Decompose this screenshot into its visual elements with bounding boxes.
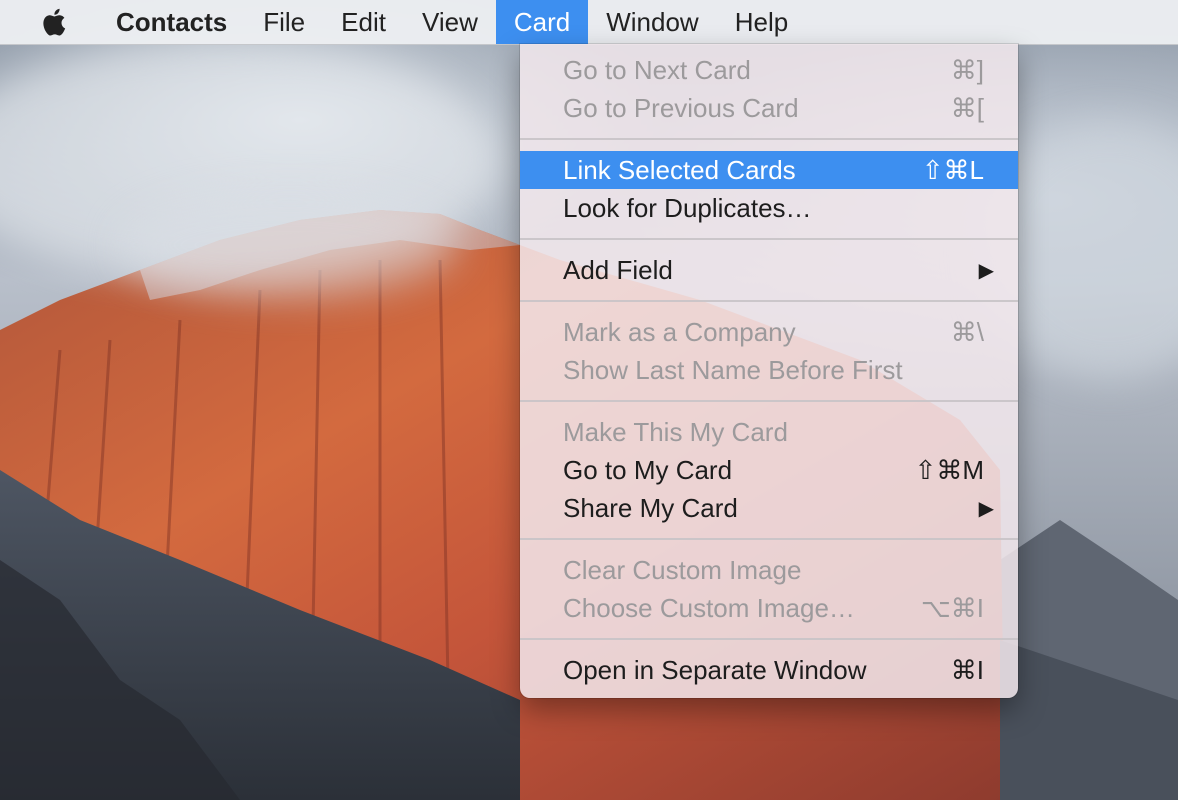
menu-item-label: Go to My Card [563, 454, 733, 485]
menu-edit[interactable]: Edit [323, 0, 404, 44]
apple-icon [43, 8, 66, 36]
menu-item-label: Go to Next Card [563, 54, 751, 85]
menu-item-open-in-separate-window[interactable]: Open in Separate Window ⌘I [520, 651, 1018, 689]
apple-menu[interactable] [0, 0, 96, 44]
menu-item-choose-custom-image[interactable]: Choose Custom Image… ⌥⌘I [520, 589, 1018, 627]
menu-item-mark-as-company[interactable]: Mark as a Company ⌘\ [520, 313, 1018, 351]
menu-item-share-my-card[interactable]: Share My Card ▶ [520, 489, 1018, 527]
submenu-arrow-icon: ▶ [978, 259, 994, 282]
menu-item-label: Open in Separate Window [563, 654, 867, 685]
menu-bar: Contacts File Edit View Card Window Help [0, 0, 1178, 45]
menu-separator [520, 627, 1018, 651]
menu-item-look-for-duplicates[interactable]: Look for Duplicates… [520, 189, 1018, 227]
menu-item-label: Clear Custom Image [563, 554, 802, 585]
menu-item-label: Link Selected Cards [563, 154, 796, 185]
menu-app-name[interactable]: Contacts [96, 0, 245, 44]
menu-window[interactable]: Window [588, 0, 716, 44]
menu-item-go-to-previous-card[interactable]: Go to Previous Card ⌘[ [520, 89, 1018, 127]
menu-item-label: Show Last Name Before First [563, 354, 903, 385]
menu-item-label: Share My Card [563, 492, 738, 523]
menu-help[interactable]: Help [717, 0, 806, 44]
menu-separator [520, 127, 1018, 151]
menu-item-shortcut: ⌘[ [950, 92, 984, 123]
menu-item-shortcut: ⌘I [950, 654, 984, 685]
menu-item-label: Make This My Card [563, 416, 788, 447]
menu-item-add-field[interactable]: Add Field ▶ [520, 251, 1018, 289]
menu-item-shortcut: ⌘] [950, 54, 984, 85]
menu-item-link-selected-cards[interactable]: Link Selected Cards ⇧⌘L [520, 151, 1018, 189]
menu-separator [520, 289, 1018, 313]
menu-item-go-to-my-card[interactable]: Go to My Card ⇧⌘M [520, 451, 1018, 489]
menu-item-label: Look for Duplicates… [563, 192, 812, 223]
menu-item-label: Mark as a Company [563, 316, 796, 347]
menu-item-shortcut: ⌥⌘I [920, 592, 984, 623]
cloud-mist [120, 190, 460, 300]
menu-item-label: Go to Previous Card [563, 92, 799, 123]
menu-separator [520, 527, 1018, 551]
card-dropdown-menu: Go to Next Card ⌘] Go to Previous Card ⌘… [520, 44, 1018, 698]
menu-item-shortcut: ⌘\ [950, 316, 984, 347]
menu-item-clear-custom-image[interactable]: Clear Custom Image [520, 551, 1018, 589]
menu-item-label: Choose Custom Image… [563, 592, 855, 623]
menu-separator [520, 389, 1018, 413]
menu-separator [520, 227, 1018, 251]
menu-view[interactable]: View [404, 0, 496, 44]
menu-item-show-last-name-first[interactable]: Show Last Name Before First [520, 351, 1018, 389]
menu-file[interactable]: File [245, 0, 323, 44]
menu-item-shortcut: ⇧⌘L [921, 154, 984, 185]
menu-item-shortcut: ⇧⌘M [914, 454, 984, 485]
menu-item-label: Add Field [563, 254, 673, 285]
menu-item-go-to-next-card[interactable]: Go to Next Card ⌘] [520, 51, 1018, 89]
menu-card[interactable]: Card [495, 0, 589, 44]
menu-item-make-this-my-card[interactable]: Make This My Card [520, 413, 1018, 451]
submenu-arrow-icon: ▶ [978, 497, 994, 520]
